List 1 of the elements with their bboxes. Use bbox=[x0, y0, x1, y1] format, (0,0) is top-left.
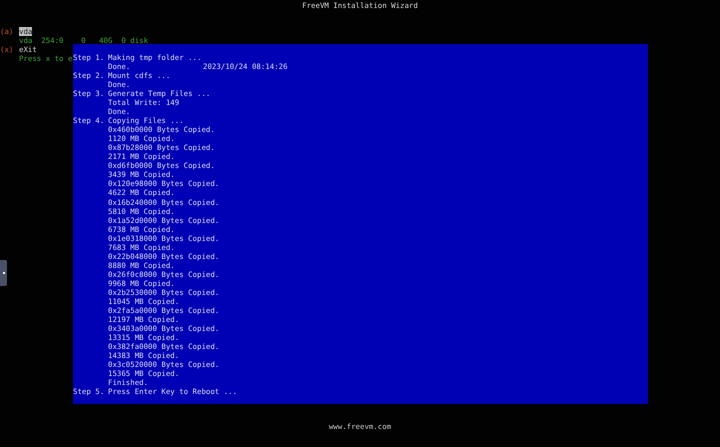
side-handle[interactable] bbox=[0, 260, 7, 286]
